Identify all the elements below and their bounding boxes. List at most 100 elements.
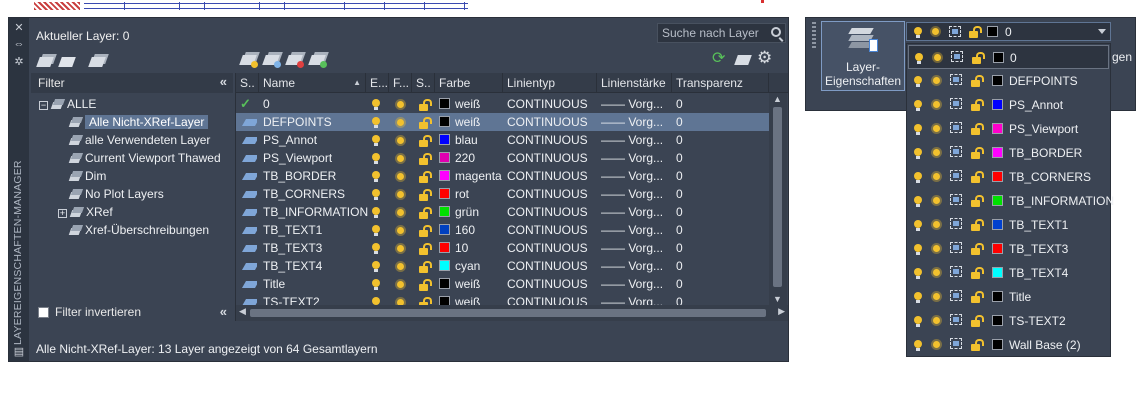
on-bulb-icon[interactable] (914, 76, 922, 87)
linetype[interactable]: CONTINUOUS (507, 275, 588, 293)
lineweight[interactable]: —— Vorg... (601, 221, 669, 239)
linetype[interactable]: CONTINUOUS (507, 149, 588, 167)
on-bulb-icon[interactable] (914, 124, 922, 135)
on-bulb-icon[interactable] (372, 135, 380, 146)
table-row[interactable]: TB_CORNERS rot CONTINUOUS —— Vorg... 0 (236, 185, 769, 203)
viewport-thaw-icon[interactable] (950, 98, 962, 109)
transparency[interactable]: 0 (676, 257, 683, 275)
viewport-thaw-icon[interactable] (950, 170, 962, 181)
settings-gear-icon[interactable]: ⚙ (757, 49, 775, 66)
collapse-filter-icon[interactable]: « (220, 74, 227, 89)
lineweight[interactable]: —— Vorg... (601, 203, 669, 221)
thaw-sun-icon[interactable] (933, 269, 940, 276)
layer-name[interactable]: TB_INFORMATION (263, 203, 368, 221)
linetype[interactable]: CONTINUOUS (507, 95, 588, 113)
new-layer-vp-frozen-icon[interactable] (262, 51, 283, 68)
unlock-icon[interactable] (419, 117, 432, 129)
unlock-icon[interactable] (419, 189, 432, 201)
thaw-sun-icon[interactable] (397, 227, 404, 234)
unlock-icon[interactable] (971, 243, 984, 255)
invert-filter-checkbox[interactable] (38, 307, 49, 318)
lineweight[interactable]: —— Vorg... (601, 257, 669, 275)
collapse-icon[interactable]: − (39, 101, 48, 110)
table-row[interactable]: DEFPOINTS weiß CONTINUOUS —— Vorg... 0 (236, 113, 769, 131)
on-bulb-icon[interactable] (914, 100, 922, 111)
filter-tree-item[interactable]: Xref-Überschreibungen (68, 221, 209, 239)
unlock-icon[interactable] (419, 99, 432, 111)
column-header[interactable]: S.. (412, 73, 435, 93)
viewport-thaw-icon[interactable] (950, 74, 962, 85)
unlock-icon[interactable] (972, 52, 985, 64)
layer-dropdown-item[interactable]: Title (908, 285, 1109, 309)
properties-gear-icon[interactable]: ✲ (13, 56, 25, 68)
close-icon[interactable]: ✕ (13, 22, 25, 34)
layer-name[interactable]: 0 (263, 95, 270, 113)
unlock-icon[interactable] (971, 315, 984, 327)
thaw-sun-icon[interactable] (397, 137, 404, 144)
transparency[interactable]: 0 (676, 185, 683, 203)
layer-color[interactable]: weiß (439, 95, 480, 113)
layer-color[interactable]: magenta (439, 167, 502, 185)
layer-dropdown-item[interactable]: TB_CORNERS (908, 165, 1109, 189)
table-row[interactable]: PS_Viewport 220 CONTINUOUS —— Vorg... 0 (236, 149, 769, 167)
thaw-sun-icon[interactable] (933, 77, 940, 84)
chevron-down-icon[interactable] (1098, 29, 1106, 34)
transparency[interactable]: 0 (676, 149, 683, 167)
lineweight[interactable]: —— Vorg... (601, 95, 669, 113)
thaw-sun-icon[interactable] (933, 293, 940, 300)
scroll-thumb[interactable] (773, 107, 782, 287)
unlock-icon[interactable] (971, 219, 984, 231)
lineweight[interactable]: —— Vorg... (601, 149, 669, 167)
unlock-icon[interactable] (419, 207, 432, 219)
layer-name[interactable]: PS_Viewport (263, 149, 332, 167)
on-bulb-icon[interactable] (372, 153, 380, 164)
new-group-filter-icon[interactable] (58, 53, 76, 69)
on-bulb-icon[interactable] (372, 225, 380, 236)
horizontal-scrollbar[interactable]: ◀ ▶ (236, 305, 788, 321)
column-header[interactable]: Farbe (435, 73, 503, 93)
layer-name[interactable]: TB_BORDER (263, 167, 336, 185)
transparency[interactable]: 0 (676, 203, 683, 221)
refresh-icon[interactable]: ⟳ (712, 51, 730, 67)
table-row[interactable]: TB_BORDER magenta CONTINUOUS —— Vorg... 0 (236, 167, 769, 185)
on-bulb-icon[interactable] (914, 172, 922, 183)
hscroll-thumb[interactable] (250, 309, 766, 317)
table-row[interactable]: Title weiß CONTINUOUS —— Vorg... 0 (236, 275, 769, 293)
unlock-icon[interactable] (971, 267, 984, 279)
transparency[interactable]: 0 (676, 221, 683, 239)
lineweight[interactable]: —— Vorg... (601, 275, 669, 293)
thaw-sun-icon[interactable] (933, 245, 940, 252)
lineweight[interactable]: —— Vorg... (601, 131, 669, 149)
panel-grip[interactable] (812, 22, 816, 48)
new-property-filter-icon[interactable] (36, 53, 57, 69)
transparency[interactable]: 0 (676, 95, 683, 113)
layer-dropdown-item[interactable]: DEFPOINTS (908, 69, 1109, 93)
layer-color[interactable]: rot (439, 185, 469, 203)
thaw-sun-icon[interactable] (933, 317, 940, 324)
transparency[interactable]: 0 (676, 275, 683, 293)
unlock-icon[interactable] (419, 225, 432, 237)
thaw-sun-icon[interactable] (397, 191, 404, 198)
palette-title-strip[interactable]: ✕ ⇔ ✲ LAYEREIGENSCHAFTEN-MANAGER ▤ (9, 18, 29, 361)
layer-dropdown-item[interactable]: TS-TEXT2 (908, 309, 1109, 333)
thaw-sun-icon[interactable] (397, 155, 404, 162)
layer-dropdown-item[interactable]: TB_TEXT4 (908, 261, 1109, 285)
unlock-icon[interactable] (419, 261, 432, 273)
layer-name[interactable]: PS_Annot (263, 131, 317, 149)
thaw-sun-icon[interactable] (397, 119, 404, 126)
layer-dropdown-item[interactable]: PS_Viewport (908, 117, 1109, 141)
layer-name[interactable]: TB_TEXT4 (263, 257, 322, 275)
viewport-thaw-icon[interactable] (950, 194, 962, 205)
transparency[interactable]: 0 (676, 131, 683, 149)
layer-color[interactable]: 10 (439, 239, 468, 257)
column-header[interactable]: Transparenz (672, 73, 769, 93)
layer-dropdown-item[interactable]: TB_BORDER (908, 141, 1109, 165)
unlock-icon[interactable] (971, 147, 984, 159)
viewport-thaw-icon[interactable] (950, 290, 962, 301)
on-bulb-icon[interactable] (372, 189, 380, 200)
transparency[interactable]: 0 (676, 167, 683, 185)
on-bulb-icon[interactable] (372, 261, 380, 272)
thaw-sun-icon[interactable] (933, 341, 940, 348)
layer-name[interactable]: TB_CORNERS (263, 185, 345, 203)
layer-dropdown-item[interactable]: 0 (908, 45, 1109, 69)
